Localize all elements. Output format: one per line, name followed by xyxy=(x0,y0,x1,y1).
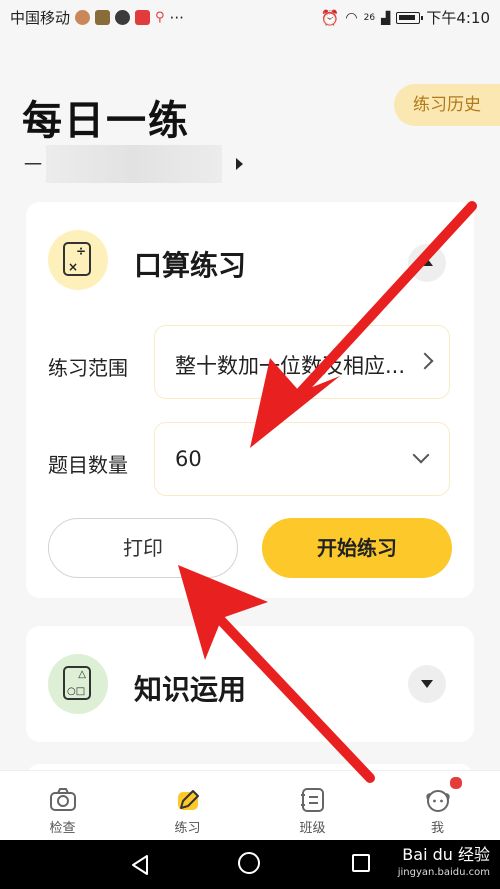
tab-label: 检查 xyxy=(49,821,76,836)
status-bar: 中国移动 ⚲ ··· ⏰ ◠ 26 ▟ 下午4:10 xyxy=(0,0,500,34)
tab-label: 班级 xyxy=(299,821,326,836)
calculator-icon: ÷ × xyxy=(48,230,108,290)
chevron-right-icon xyxy=(416,352,434,370)
more-notifications-icon: ··· xyxy=(169,8,184,27)
question-count-select[interactable]: 60 xyxy=(154,422,450,496)
tab-check[interactable]: 检查 xyxy=(0,771,125,841)
card-title: 口算练习 xyxy=(134,249,247,282)
range-value: 整十数加一位数及相应... xyxy=(175,354,406,378)
watermark-brand: Bai du 经验 xyxy=(402,845,490,864)
tab-class[interactable]: 班级 xyxy=(250,771,375,841)
recent-apps-icon[interactable] xyxy=(352,854,370,872)
expand-button[interactable] xyxy=(408,665,446,703)
knowledge-application-card[interactable]: △ ○□ 知识运用 xyxy=(26,626,474,742)
notification-badge xyxy=(449,776,463,790)
caret-right-icon xyxy=(236,158,243,170)
camera-icon xyxy=(49,788,76,811)
tab-practice[interactable]: 练习 xyxy=(125,771,250,841)
tab-me[interactable]: 我 xyxy=(375,771,500,841)
alarm-icon: ⏰ xyxy=(320,8,340,27)
chevron-down-icon xyxy=(412,446,430,464)
signal-badge: 26 xyxy=(363,12,376,23)
print-button[interactable]: 打印 xyxy=(48,518,238,578)
tab-label: 我 xyxy=(430,821,444,836)
textbook-selector[interactable]: 一 xyxy=(24,145,243,183)
tab-label: 练习 xyxy=(174,821,201,836)
watermark: Bai du 经验 jingyan.baidu.com xyxy=(398,846,490,882)
bottom-tab-bar: 检查 练习 班级 我 xyxy=(0,770,500,841)
oral-arithmetic-card: ÷ × 口算练习 练习范围 整十数加一位数及相应... 题目数量 60 打印 开… xyxy=(26,202,474,598)
shapes-icon: △ ○□ xyxy=(48,654,108,714)
count-value: 60 xyxy=(175,447,202,471)
watermark-site: jingyan.baidu.com xyxy=(397,867,490,878)
wifi-icon: ◠ xyxy=(345,9,358,26)
range-selector[interactable]: 整十数加一位数及相应... xyxy=(154,325,450,399)
pencil-icon xyxy=(177,790,199,810)
battery-icon xyxy=(396,11,424,24)
notification-icon xyxy=(115,10,131,25)
collapse-button[interactable] xyxy=(408,244,446,282)
system-nav-bar: Bai du 经验 jingyan.baidu.com xyxy=(0,840,500,889)
range-label: 练习范围 xyxy=(48,356,128,380)
location-pin-icon: ⚲ xyxy=(155,10,165,25)
blurred-textbook-name xyxy=(46,145,222,183)
card-title: 知识运用 xyxy=(134,673,247,706)
caret-down-icon xyxy=(421,680,433,688)
practice-history-button[interactable]: 练习历史 xyxy=(394,84,500,126)
signal-icon: ▟ xyxy=(381,10,391,25)
notification-icon xyxy=(75,10,91,25)
carrier-name: 中国移动 xyxy=(10,9,71,27)
clock: 下午4:10 xyxy=(426,9,490,27)
count-label: 题目数量 xyxy=(48,453,128,477)
caret-up-icon xyxy=(421,258,433,266)
back-icon[interactable] xyxy=(130,854,150,876)
avatar-icon xyxy=(425,790,450,812)
page-title: 每日一练 xyxy=(22,98,190,144)
subtitle-prefix: 一 xyxy=(24,155,42,176)
class-list-icon xyxy=(300,788,324,812)
home-icon[interactable] xyxy=(238,852,260,874)
notification-icon xyxy=(95,10,111,25)
notification-icon xyxy=(135,10,151,25)
start-practice-button[interactable]: 开始练习 xyxy=(262,518,452,578)
